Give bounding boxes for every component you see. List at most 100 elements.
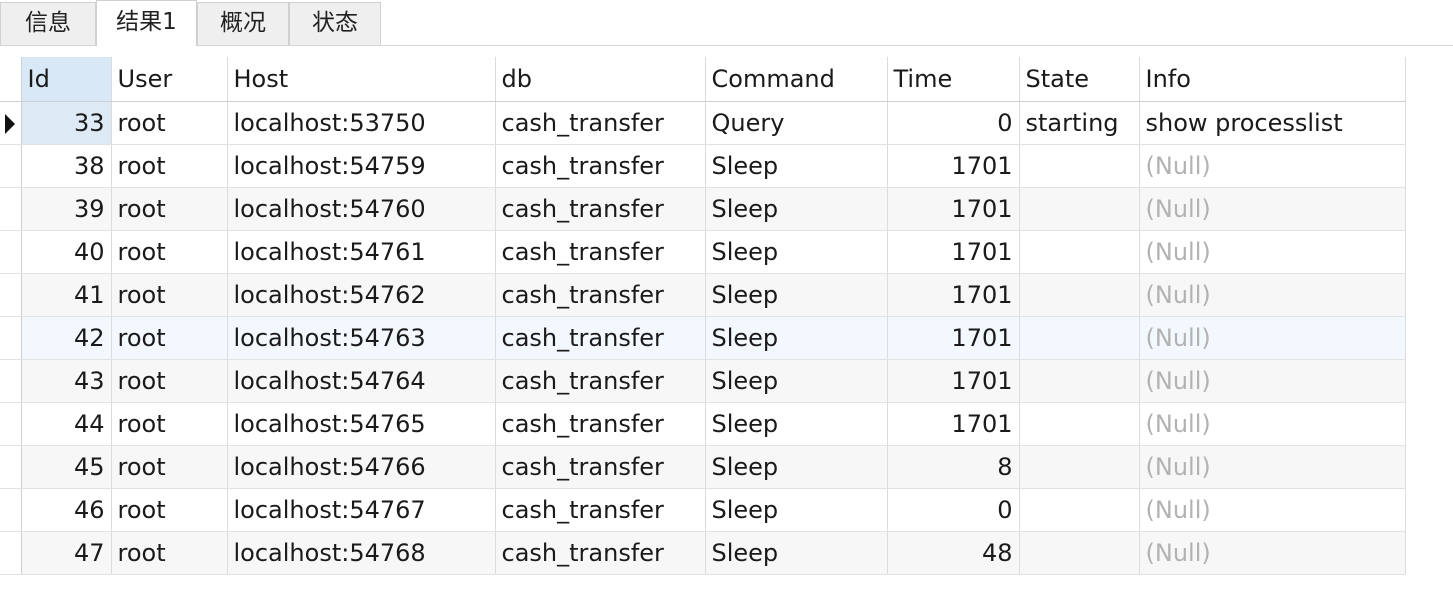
cell-host[interactable]: localhost:54767: [227, 488, 496, 532]
cell-id[interactable]: 46: [21, 488, 112, 532]
cell-user[interactable]: root: [111, 488, 228, 532]
table-row[interactable]: 44 root localhost:54765 cash_transfer Sleep 1…: [0, 402, 1406, 446]
cell-state[interactable]: [1019, 230, 1140, 274]
cell-info[interactable]: (Null): [1139, 316, 1406, 360]
cell-info[interactable]: show processlist: [1139, 101, 1406, 145]
cell-info[interactable]: (Null): [1139, 445, 1406, 489]
cell-time[interactable]: 48: [887, 531, 1020, 575]
cell-info[interactable]: (Null): [1139, 402, 1406, 446]
row-indicator[interactable]: [0, 488, 22, 532]
cell-command[interactable]: Query: [705, 101, 888, 145]
cell-db[interactable]: cash_transfer: [495, 359, 706, 403]
cell-state[interactable]: [1019, 316, 1140, 360]
column-header-command[interactable]: Command: [705, 57, 888, 102]
cell-command[interactable]: Sleep: [705, 316, 888, 360]
row-indicator[interactable]: [0, 187, 22, 231]
cell-host[interactable]: localhost:54765: [227, 402, 496, 446]
row-indicator[interactable]: [0, 144, 22, 188]
cell-user[interactable]: root: [111, 101, 228, 145]
cell-db[interactable]: cash_transfer: [495, 101, 706, 145]
cell-host[interactable]: localhost:54760: [227, 187, 496, 231]
cell-host[interactable]: localhost:54761: [227, 230, 496, 274]
cell-state[interactable]: [1019, 402, 1140, 446]
cell-host[interactable]: localhost:54759: [227, 144, 496, 188]
cell-user[interactable]: root: [111, 187, 228, 231]
cell-host[interactable]: localhost:54763: [227, 316, 496, 360]
cell-command[interactable]: Sleep: [705, 230, 888, 274]
cell-time[interactable]: 1701: [887, 273, 1020, 317]
cell-id[interactable]: 33: [21, 101, 112, 145]
column-header-db[interactable]: db: [495, 57, 706, 102]
cell-db[interactable]: cash_transfer: [495, 187, 706, 231]
cell-time[interactable]: 1701: [887, 316, 1020, 360]
cell-time[interactable]: 1701: [887, 230, 1020, 274]
table-row[interactable]: 43 root localhost:54764 cash_transfer Sleep 1…: [0, 359, 1406, 403]
column-header-info[interactable]: Info: [1139, 57, 1406, 102]
cell-db[interactable]: cash_transfer: [495, 230, 706, 274]
cell-host[interactable]: localhost:54762: [227, 273, 496, 317]
cell-user[interactable]: root: [111, 531, 228, 575]
cell-db[interactable]: cash_transfer: [495, 488, 706, 532]
cell-host[interactable]: localhost:54766: [227, 445, 496, 489]
column-header-id[interactable]: Id: [21, 57, 112, 102]
cell-db[interactable]: cash_transfer: [495, 273, 706, 317]
cell-user[interactable]: root: [111, 144, 228, 188]
tab-info[interactable]: 信息: [0, 2, 96, 45]
cell-user[interactable]: root: [111, 230, 228, 274]
cell-user[interactable]: root: [111, 273, 228, 317]
cell-state[interactable]: [1019, 531, 1140, 575]
row-indicator[interactable]: [0, 445, 22, 489]
cell-command[interactable]: Sleep: [705, 531, 888, 575]
cell-host[interactable]: localhost:54764: [227, 359, 496, 403]
cell-id[interactable]: 47: [21, 531, 112, 575]
cell-db[interactable]: cash_transfer: [495, 144, 706, 188]
cell-id[interactable]: 42: [21, 316, 112, 360]
cell-info[interactable]: (Null): [1139, 359, 1406, 403]
cell-id[interactable]: 40: [21, 230, 112, 274]
cell-db[interactable]: cash_transfer: [495, 445, 706, 489]
row-indicator[interactable]: [0, 531, 22, 575]
result-grid[interactable]: Id User Host db Command Time State Info …: [0, 57, 1406, 575]
cell-db[interactable]: cash_transfer: [495, 316, 706, 360]
cell-state[interactable]: [1019, 144, 1140, 188]
cell-id[interactable]: 41: [21, 273, 112, 317]
cell-id[interactable]: 45: [21, 445, 112, 489]
row-indicator[interactable]: [0, 273, 22, 317]
cell-time[interactable]: 0: [887, 101, 1020, 145]
tab-result-1[interactable]: 结果1: [96, 0, 197, 46]
table-row[interactable]: 41 root localhost:54762 cash_transfer Sleep 1…: [0, 273, 1406, 317]
cell-command[interactable]: Sleep: [705, 488, 888, 532]
column-header-host[interactable]: Host: [227, 57, 496, 102]
cell-user[interactable]: root: [111, 359, 228, 403]
table-row[interactable]: 38 root localhost:54759 cash_transfer Sleep 1…: [0, 144, 1406, 188]
cell-id[interactable]: 38: [21, 144, 112, 188]
cell-time[interactable]: 8: [887, 445, 1020, 489]
cell-command[interactable]: Sleep: [705, 187, 888, 231]
cell-id[interactable]: 44: [21, 402, 112, 446]
table-row[interactable]: 45 root localhost:54766 cash_transfer Sleep 8…: [0, 445, 1406, 489]
cell-command[interactable]: Sleep: [705, 445, 888, 489]
cell-time[interactable]: 1701: [887, 187, 1020, 231]
row-indicator[interactable]: [0, 101, 22, 145]
cell-info[interactable]: (Null): [1139, 273, 1406, 317]
cell-state[interactable]: [1019, 488, 1140, 532]
cell-db[interactable]: cash_transfer: [495, 402, 706, 446]
row-indicator[interactable]: [0, 359, 22, 403]
cell-id[interactable]: 39: [21, 187, 112, 231]
column-header-time[interactable]: Time: [887, 57, 1020, 102]
table-row[interactable]: 33 root localhost:53750 cash_transfer Query 0…: [0, 101, 1406, 145]
tab-status[interactable]: 状态: [289, 2, 381, 45]
cell-command[interactable]: Sleep: [705, 273, 888, 317]
table-row[interactable]: 42 root localhost:54763 cash_transfer Sleep 1…: [0, 316, 1406, 360]
row-indicator[interactable]: [0, 316, 22, 360]
row-indicator[interactable]: [0, 402, 22, 446]
table-row[interactable]: 40 root localhost:54761 cash_transfer Sleep 1…: [0, 230, 1406, 274]
cell-state[interactable]: [1019, 359, 1140, 403]
cell-info[interactable]: (Null): [1139, 144, 1406, 188]
cell-time[interactable]: 1701: [887, 359, 1020, 403]
cell-user[interactable]: root: [111, 445, 228, 489]
tab-profile[interactable]: 概况: [197, 2, 289, 45]
cell-host[interactable]: localhost:54768: [227, 531, 496, 575]
cell-info[interactable]: (Null): [1139, 488, 1406, 532]
cell-time[interactable]: 0: [887, 488, 1020, 532]
